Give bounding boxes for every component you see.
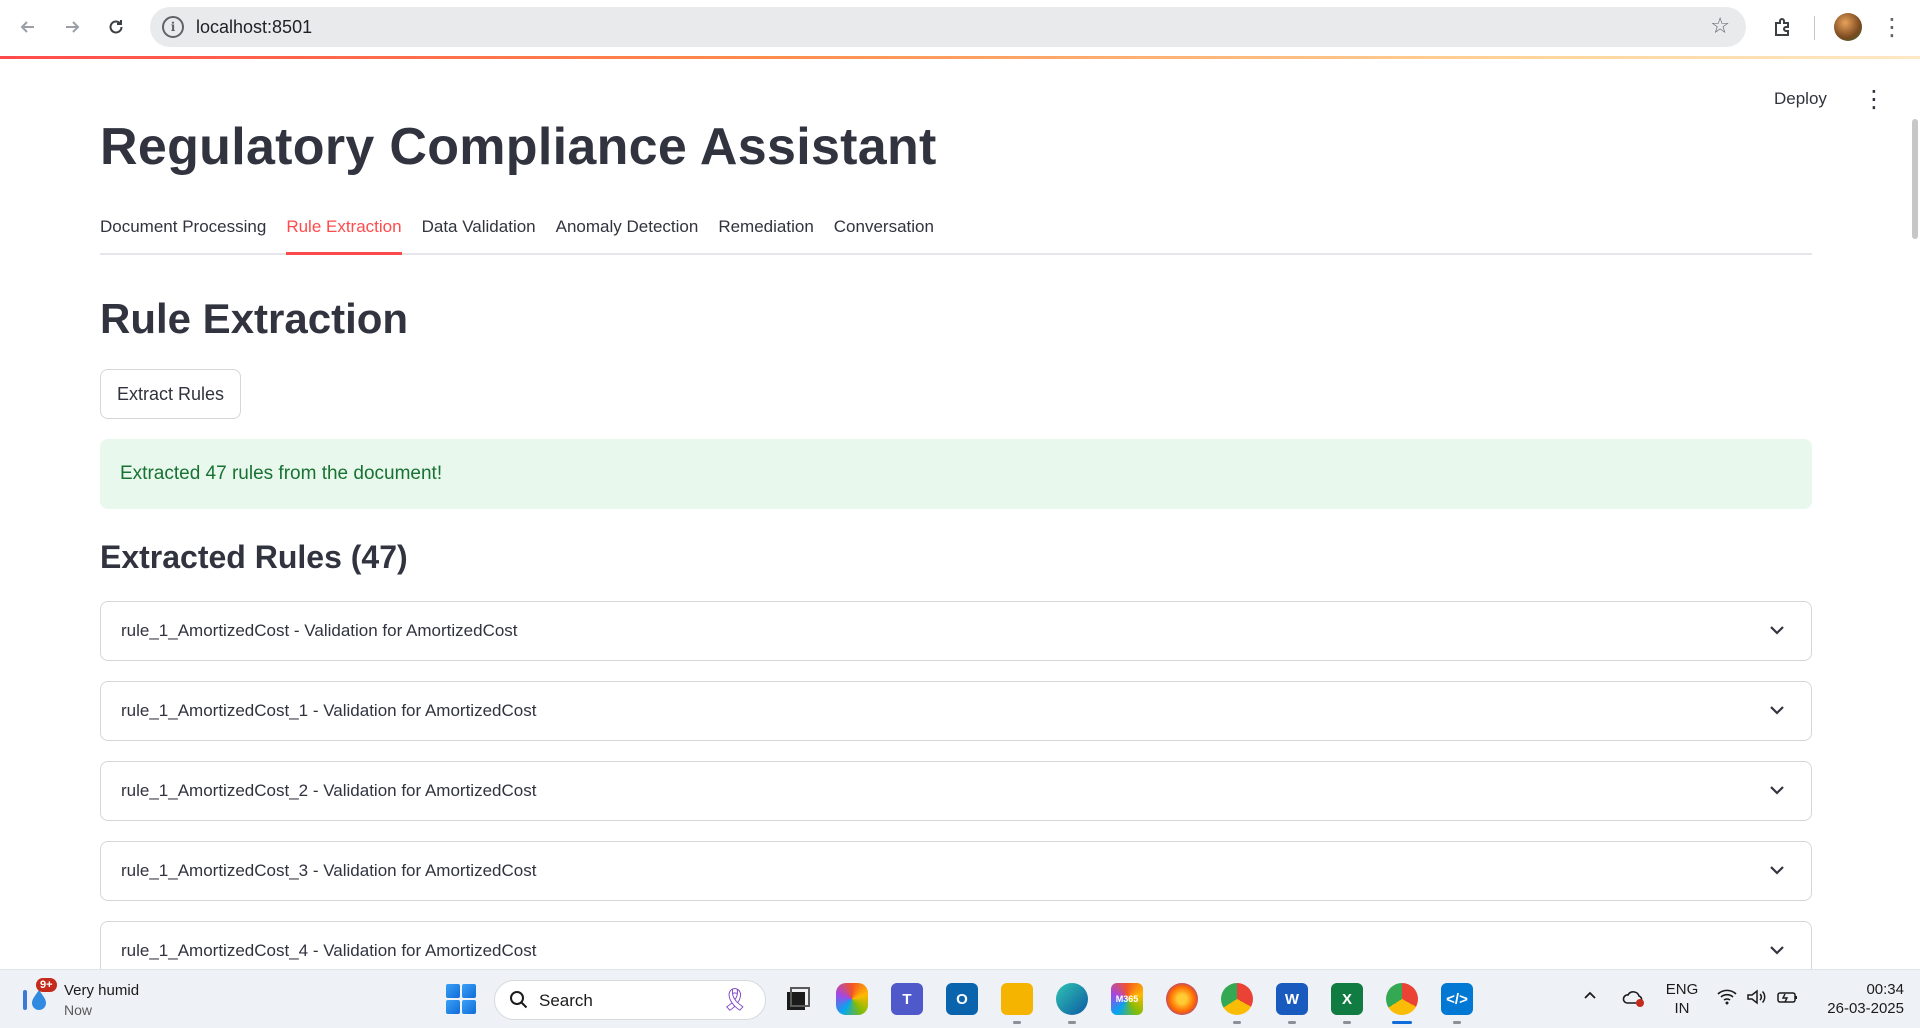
chrome-icon[interactable] <box>1386 983 1418 1024</box>
system-clock[interactable]: 00:34 26-03-2025 <box>1818 980 1904 1018</box>
success-alert: Extracted 47 rules from the document! <box>100 439 1812 509</box>
arrow-left-icon <box>20 21 34 33</box>
rule-expander[interactable]: rule_1_AmortizedCost_2 - Validation for … <box>100 761 1812 821</box>
chevron-down-icon <box>1770 786 1784 795</box>
copilot-icon[interactable] <box>836 983 868 1015</box>
arrow-right-icon <box>66 21 80 33</box>
rule-expander[interactable]: rule_1_AmortizedCost_1 - Validation for … <box>100 681 1812 741</box>
taskbar-search[interactable]: Search 🎗 <box>494 980 766 1020</box>
bookmark-star-icon[interactable]: ☆ <box>1710 13 1730 39</box>
region-code: IN <box>1674 1000 1690 1017</box>
search-icon <box>509 990 529 1015</box>
word-icon[interactable]: W <box>1276 983 1308 1024</box>
outlook-icon[interactable]: O <box>946 983 978 1015</box>
chevron-down-icon <box>1770 706 1784 715</box>
page-scrollbar[interactable] <box>1910 119 1920 239</box>
address-bar[interactable]: i localhost:8501 ☆ <box>150 7 1746 47</box>
chevron-down-icon <box>1770 626 1784 635</box>
rule-expander[interactable]: rule_1_AmortizedCost - Validation for Am… <box>100 601 1812 661</box>
clock-time: 00:34 <box>1866 981 1904 998</box>
excel-icon[interactable]: X <box>1331 983 1363 1024</box>
forward-button[interactable] <box>56 11 88 43</box>
windows-start-icon[interactable] <box>446 984 476 1014</box>
rules-heading: Extracted Rules (47) <box>100 539 408 575</box>
clock-date: 26-03-2025 <box>1827 1000 1904 1017</box>
tab-bar: Document Processing Rule Extraction Data… <box>100 217 1812 255</box>
reload-icon <box>109 20 123 34</box>
weather-subtitle: Now <box>64 1002 93 1018</box>
firefox-icon[interactable] <box>1166 983 1198 1015</box>
browser-toolbar: i localhost:8501 ☆ ⋮ <box>0 0 1920 56</box>
volume-icon[interactable] <box>1746 988 1768 1011</box>
battery-icon[interactable] <box>1776 988 1800 1011</box>
chevron-down-icon <box>1770 866 1784 875</box>
rule-expander[interactable]: rule_1_AmortizedCost_4 - Validation for … <box>100 921 1812 969</box>
edge-icon[interactable] <box>1056 983 1088 1024</box>
rule-label: rule_1_AmortizedCost_2 - Validation for … <box>121 781 537 800</box>
scrollbar-thumb[interactable] <box>1912 119 1918 239</box>
chrome-profile-icon[interactable] <box>1221 983 1253 1024</box>
rules-list: rule_1_AmortizedCost - Validation for Am… <box>100 601 1812 969</box>
teams-icon[interactable]: T <box>891 983 923 1015</box>
app-viewport: Deploy ⋮ Regulatory Compliance Assistant… <box>0 59 1920 969</box>
onedrive-error-icon[interactable] <box>1622 988 1646 1013</box>
tab-data-validation[interactable]: Data Validation <box>422 217 536 255</box>
vscode-icon[interactable]: </> <box>1441 983 1473 1024</box>
tray-overflow-chevron-icon[interactable] <box>1582 987 1598 1008</box>
rule-expander[interactable]: rule_1_AmortizedCost_3 - Validation for … <box>100 841 1812 901</box>
deploy-button[interactable]: Deploy <box>1774 89 1827 109</box>
site-info-icon[interactable]: i <box>162 16 184 38</box>
wifi-icon[interactable] <box>1716 988 1738 1011</box>
tab-conversation[interactable]: Conversation <box>834 217 934 255</box>
extract-rules-button[interactable]: Extract Rules <box>100 369 242 419</box>
back-button[interactable] <box>12 11 44 43</box>
language-code: ENG <box>1665 981 1699 998</box>
m365-icon[interactable]: M365 <box>1111 983 1143 1015</box>
file-explorer-icon[interactable] <box>1001 983 1033 1024</box>
weather-title: Very humid <box>64 982 140 999</box>
notification-badge: 9+ <box>36 978 57 992</box>
tab-rule-extraction[interactable]: Rule Extraction <box>286 217 402 255</box>
rule-label: rule_1_AmortizedCost_1 - Validation for … <box>121 701 537 720</box>
browser-menu-icon[interactable]: ⋮ <box>1880 12 1904 42</box>
tab-remediation[interactable]: Remediation <box>718 217 813 255</box>
search-label: Search <box>539 991 593 1010</box>
reload-button[interactable] <box>100 11 132 43</box>
ribbon-icon: 🎗 <box>721 987 749 1012</box>
extensions-puzzle-icon[interactable] <box>1768 12 1798 42</box>
rule-label: rule_1_AmortizedCost_4 - Validation for … <box>121 941 537 960</box>
windows-taskbar: 9+ Very humid Now Search 🎗 T O M365 W X … <box>0 969 1920 1028</box>
app-menu-icon[interactable]: ⋮ <box>1862 85 1886 114</box>
rule-label: rule_1_AmortizedCost - Validation for Am… <box>121 621 518 640</box>
tab-anomaly-detection[interactable]: Anomaly Detection <box>556 217 699 255</box>
rule-label: rule_1_AmortizedCost_3 - Validation for … <box>121 861 537 880</box>
weather-widget[interactable]: 9+ Very humid Now <box>20 978 180 1020</box>
task-view-icon[interactable] <box>782 983 814 1015</box>
tab-document-processing[interactable]: Document Processing <box>100 217 266 255</box>
profile-avatar[interactable] <box>1834 13 1862 41</box>
url-text: localhost:8501 <box>196 17 313 37</box>
toolbar-divider <box>1814 16 1815 40</box>
chevron-down-icon <box>1770 946 1784 955</box>
page-title: Regulatory Compliance Assistant <box>100 118 937 176</box>
language-indicator[interactable]: ENG IN <box>1664 980 1700 1018</box>
section-title: Rule Extraction <box>100 295 409 342</box>
